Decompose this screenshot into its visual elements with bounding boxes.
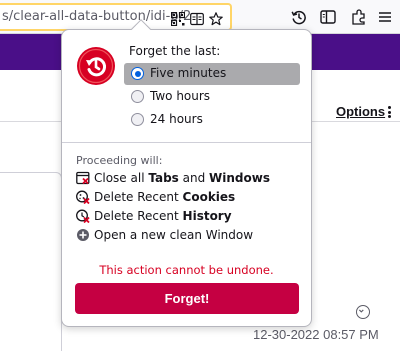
- option-label: Five minutes: [150, 66, 227, 80]
- qr-code-icon[interactable]: [171, 12, 185, 26]
- sidebar-icon[interactable]: [320, 9, 336, 25]
- bookmark-star-icon[interactable]: [209, 12, 223, 26]
- radio-five-minutes[interactable]: [131, 67, 144, 80]
- cookie-delete-icon: [76, 190, 90, 204]
- option-label: 24 hours: [150, 112, 203, 126]
- content-card: [0, 172, 62, 351]
- kebab-menu-icon[interactable]: [388, 106, 392, 118]
- url-bar[interactable]: s/clear-all-data-button/idi-p/2: [0, 3, 232, 31]
- option-five-minutes[interactable]: Five minutes: [124, 63, 300, 85]
- forget-panel: Forget the last: Five minutes Two hours …: [61, 19, 312, 327]
- history-icon[interactable]: [291, 9, 307, 25]
- warning-text: This action cannot be undone.: [99, 263, 274, 277]
- chevron-down-circle-icon[interactable]: [356, 305, 370, 319]
- post-timestamp: 12-30-2022 08:57 PM: [253, 327, 379, 342]
- option-24-hours[interactable]: 24 hours: [124, 109, 300, 131]
- forget-title: Forget the last:: [129, 44, 221, 58]
- plus-circle-icon: [77, 229, 89, 241]
- option-two-hours[interactable]: Two hours: [124, 86, 300, 108]
- history-delete-icon: [76, 209, 90, 223]
- radio-two-hours[interactable]: [131, 90, 144, 103]
- panel-divider: [62, 142, 311, 143]
- extensions-icon[interactable]: [351, 9, 367, 25]
- effect-text: Close all Tabs and Windows: [94, 171, 270, 185]
- radio-24-hours[interactable]: [131, 113, 144, 126]
- close-tabs-icon: [76, 171, 90, 185]
- proceeding-title: Proceeding will:: [76, 154, 163, 167]
- effect-text: Open a new clean Window: [94, 228, 254, 242]
- forget-logo-icon: [77, 47, 115, 85]
- menu-icon[interactable]: [377, 9, 393, 25]
- forget-button[interactable]: Forget!: [75, 283, 299, 314]
- options-link[interactable]: Options: [336, 104, 385, 119]
- effect-text: Delete Recent History: [94, 209, 232, 223]
- reader-view-icon[interactable]: [190, 12, 204, 26]
- url-text[interactable]: s/clear-all-data-button/idi-p/2: [2, 9, 191, 24]
- option-label: Two hours: [150, 89, 211, 103]
- effect-text: Delete Recent Cookies: [94, 190, 236, 204]
